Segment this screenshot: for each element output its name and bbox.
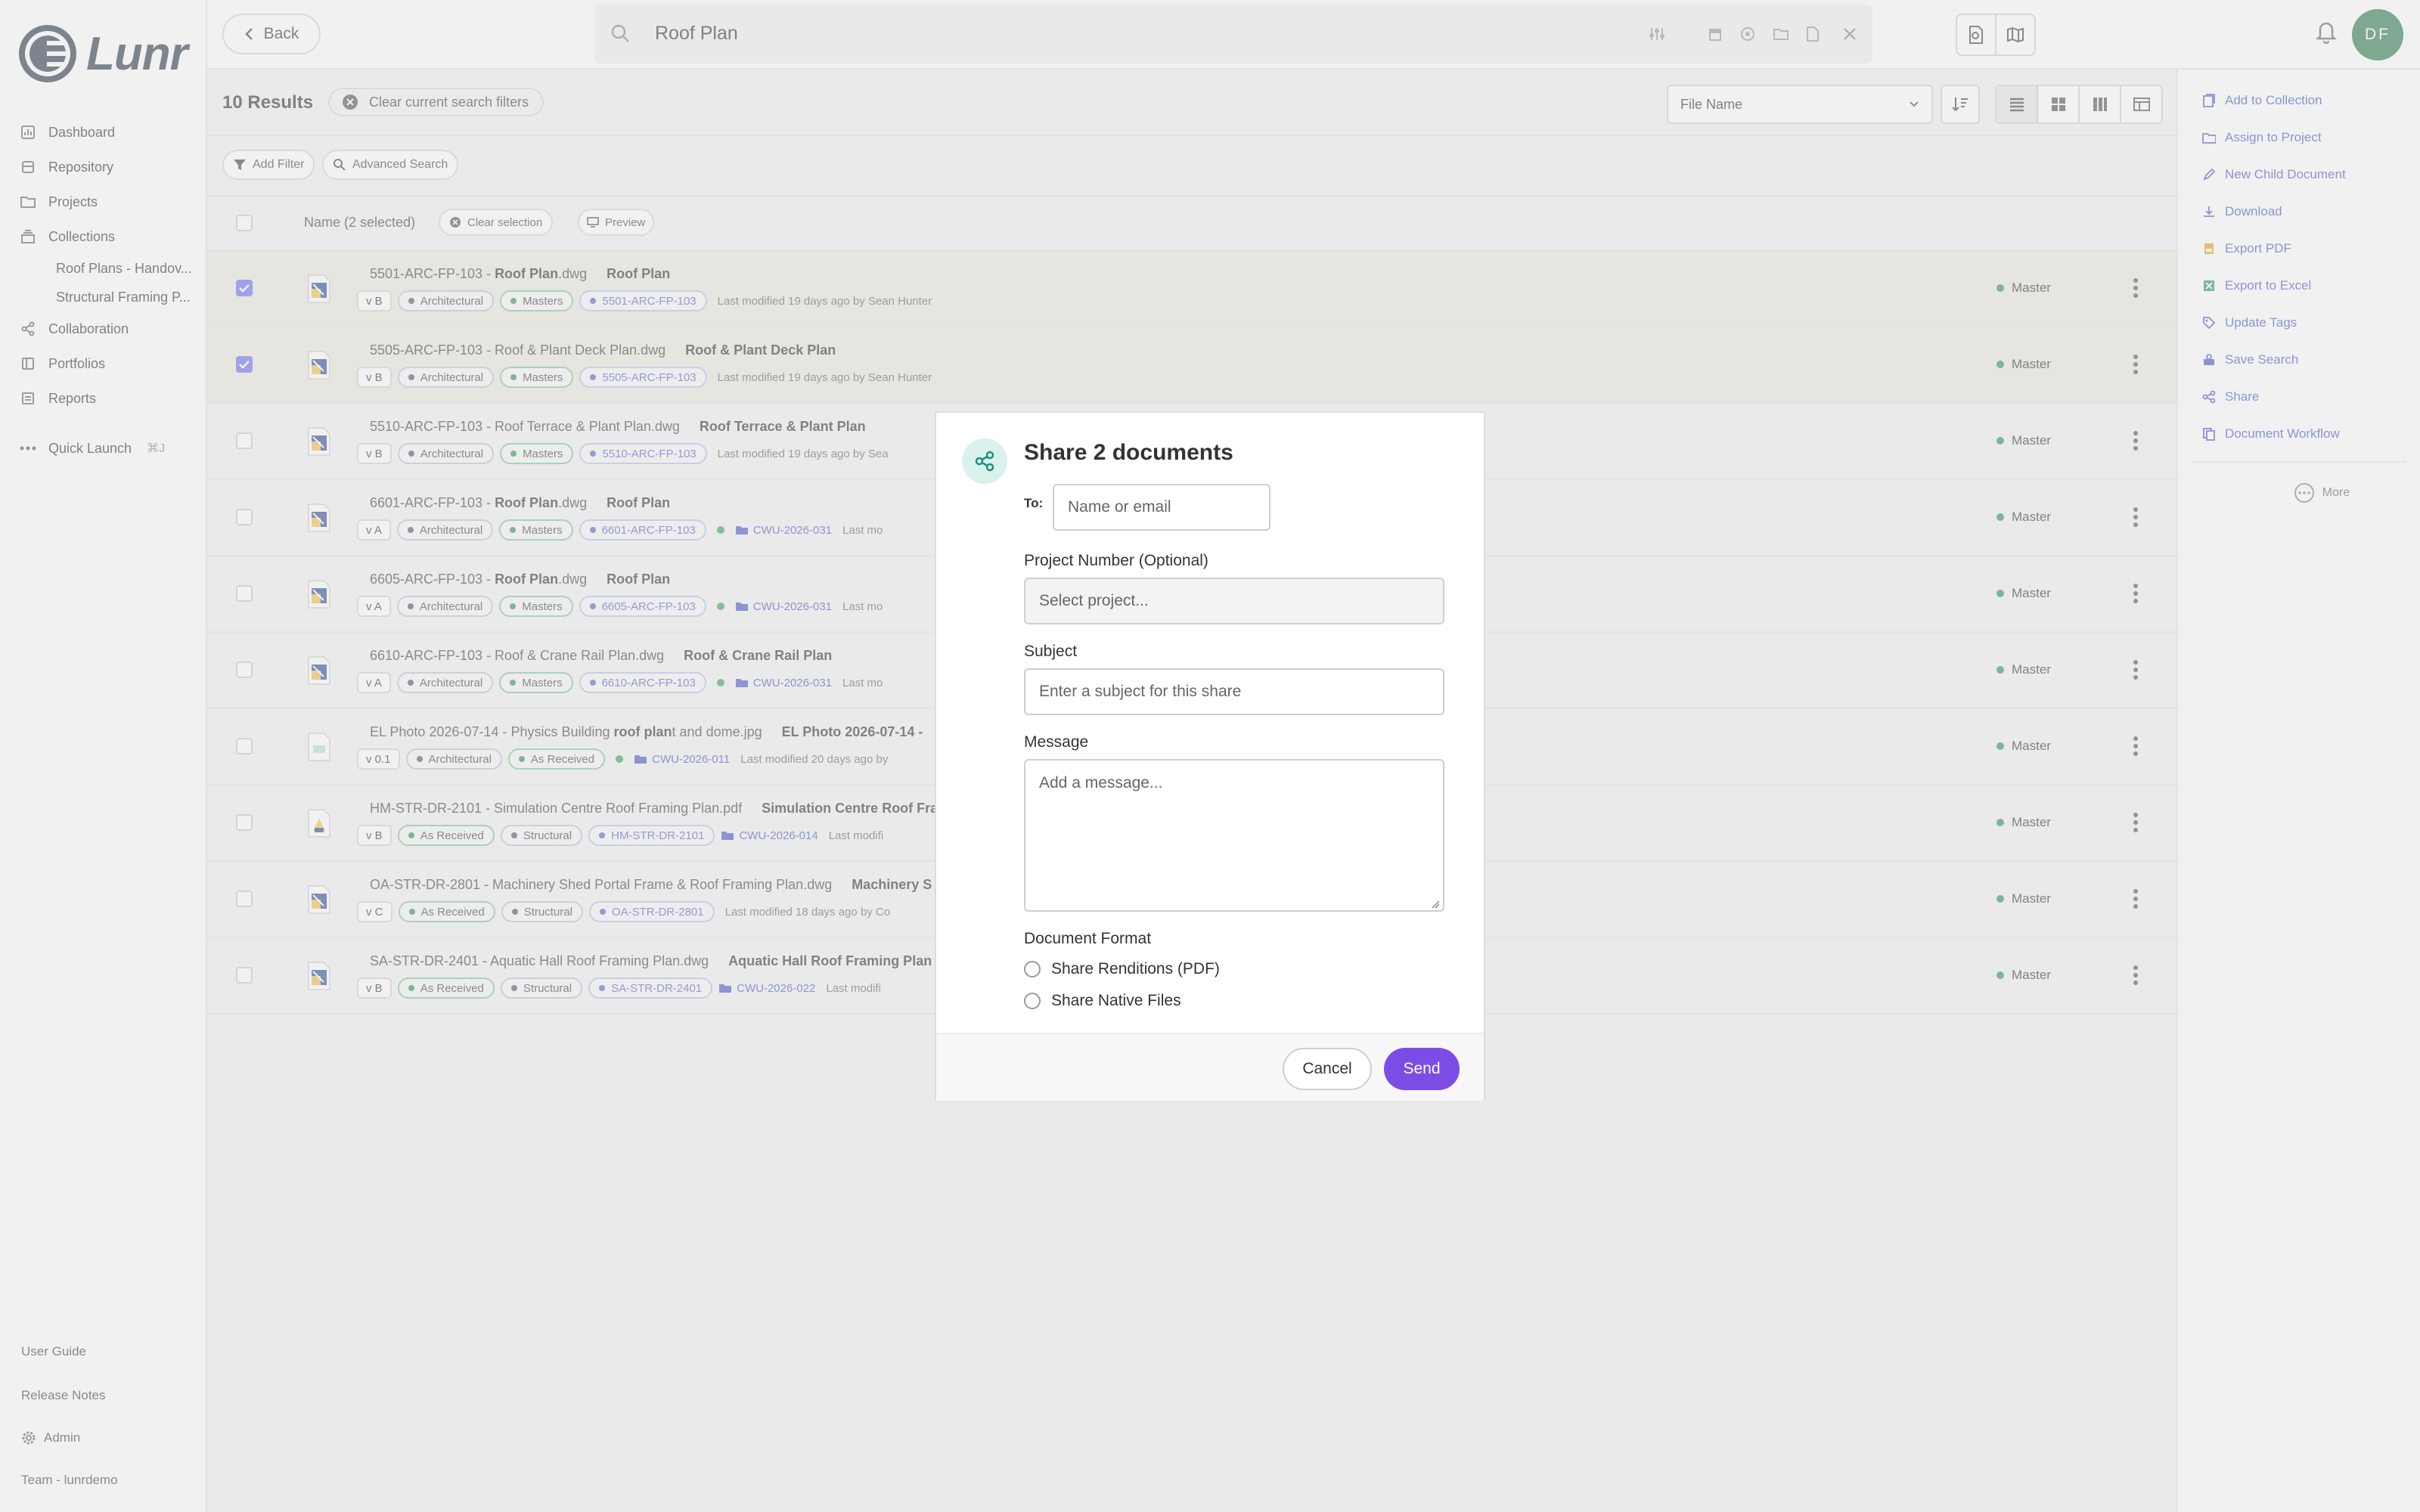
cancel-button[interactable]: Cancel [1283, 1048, 1372, 1090]
project-select[interactable]: Select project... [1024, 578, 1444, 624]
dialog-footer: Cancel Send [936, 1033, 1484, 1101]
dialog-title: Share 2 documents [1024, 440, 1233, 465]
resize-handle-icon[interactable] [1431, 900, 1440, 909]
message-textarea[interactable]: Add a message... [1024, 759, 1444, 912]
recipient-input[interactable]: Name or email [1053, 484, 1270, 531]
format-option-pdf[interactable]: Share Renditions (PDF) [1024, 960, 1220, 978]
to-label: To: [1024, 496, 1044, 510]
share-icon [962, 438, 1007, 484]
message-placeholder: Add a message... [1039, 774, 1163, 792]
project-number-label: Project Number (Optional) [1024, 552, 1208, 569]
format-option-native-label: Share Native Files [1051, 992, 1181, 1009]
format-option-native[interactable]: Share Native Files [1024, 992, 1181, 1010]
document-format-label: Document Format [1024, 930, 1152, 947]
radio-button[interactable] [1024, 961, 1041, 978]
subject-input[interactable]: Enter a subject for this share [1024, 668, 1444, 715]
subject-label: Subject [1024, 643, 1078, 660]
message-label: Message [1024, 733, 1089, 751]
share-dialog: Share 2 documents To: Name or email Proj… [935, 411, 1485, 1101]
format-option-pdf-label: Share Renditions (PDF) [1051, 960, 1220, 978]
send-button[interactable]: Send [1384, 1048, 1460, 1090]
radio-button[interactable] [1024, 993, 1041, 1009]
